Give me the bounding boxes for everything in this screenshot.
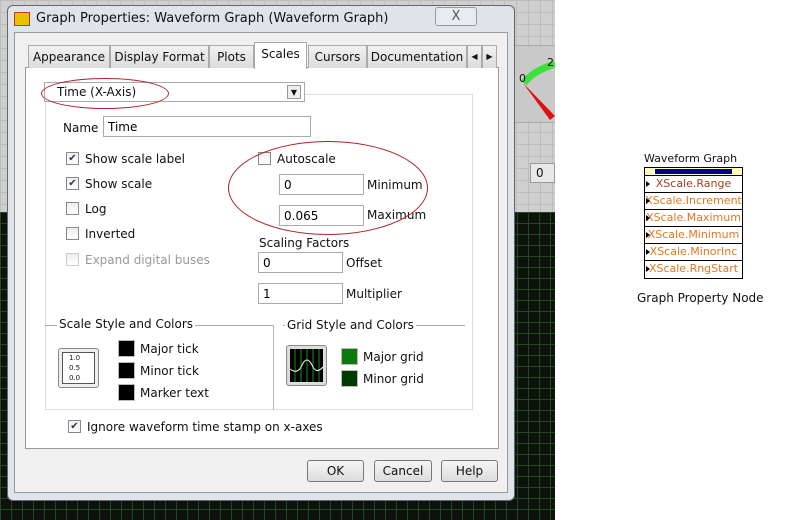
inverted-label: Inverted [85, 227, 136, 241]
tab-appearance[interactable]: Appearance [28, 45, 110, 68]
tab-documentation[interactable]: Documentation [367, 45, 467, 68]
scale-tick-label: 0.0 [69, 374, 81, 382]
minor-grid-label: Minor grid [363, 372, 424, 386]
annotation-oval [41, 78, 169, 109]
multiplier-input[interactable] [258, 283, 343, 304]
property-xscale-minorinc[interactable]: XScale.MinorInc [645, 244, 742, 261]
inverted-checkbox[interactable] [66, 227, 79, 240]
scale-tick-label: 1.0 [69, 354, 81, 362]
property-node-title: Waveform Graph [644, 152, 738, 165]
offset-label: Offset [346, 256, 383, 270]
grid-waveform-icon [289, 349, 324, 382]
tab-scroll-left-icon[interactable]: ◀ [467, 45, 482, 68]
help-button[interactable]: Help [441, 460, 498, 482]
log-label: Log [85, 202, 107, 216]
close-button[interactable]: X [435, 7, 477, 26]
property-xscale-rngstart[interactable]: XScale.RngStart [645, 261, 742, 278]
multiplier-label: Multiplier [346, 287, 402, 301]
show-scale-label-checkbox[interactable]: ✔ [66, 152, 79, 165]
terminal-arrow-icon [646, 198, 650, 204]
grid-style-button[interactable] [286, 345, 327, 386]
tab-cursors[interactable]: Cursors [308, 45, 367, 68]
property-node-header [645, 168, 742, 176]
name-label: Name [63, 121, 99, 135]
dialog-title: Graph Properties: Waveform Graph (Wavefo… [36, 11, 389, 26]
property-xscale-increment[interactable]: XScale.Increment [645, 193, 742, 210]
labview-icon [14, 12, 30, 26]
property-label: XScale.Range [655, 177, 732, 190]
divider [273, 325, 274, 410]
terminal-arrow-icon [646, 266, 650, 272]
property-node-bar [655, 169, 732, 174]
scaling-factors-title: Scaling Factors [259, 236, 350, 250]
property-node[interactable]: XScale.Range XScale.Increment XScale.Max… [644, 167, 743, 279]
tab-scroll-right-icon[interactable]: ▶ [482, 45, 497, 68]
terminal-arrow-icon [646, 232, 650, 238]
minor-tick-label: Minor tick [140, 364, 199, 378]
name-input[interactable] [103, 116, 311, 137]
property-label: XScale.Increment [645, 194, 742, 207]
tab-scales[interactable]: Scales [254, 42, 307, 69]
marker-text-color[interactable] [118, 384, 135, 401]
show-scale-checkbox[interactable]: ✔ [66, 177, 79, 190]
expand-digital-buses-label: Expand digital buses [85, 253, 210, 267]
major-grid-color[interactable] [341, 348, 358, 365]
major-grid-label: Major grid [363, 350, 424, 364]
expand-digital-buses-checkbox[interactable] [66, 253, 79, 266]
property-label: XScale.Maximum [646, 211, 741, 224]
numeric-indicator: 0 [530, 163, 555, 183]
major-tick-label: Major tick [140, 342, 199, 356]
minor-grid-color[interactable] [341, 370, 358, 387]
marker-text-label: Marker text [140, 386, 209, 400]
property-label: XScale.RngStart [648, 262, 739, 275]
grid-style-title: Grid Style and Colors [285, 318, 416, 332]
major-tick-color[interactable] [118, 340, 135, 357]
terminal-arrow-icon [646, 215, 650, 221]
show-scale-label-label: Show scale label [85, 152, 185, 166]
offset-input[interactable] [258, 252, 343, 273]
scale-tick-label: 0.5 [69, 364, 81, 372]
gauge: 0 2 [515, 45, 555, 123]
ok-button[interactable]: OK [307, 460, 364, 482]
annotation-oval [228, 141, 428, 235]
log-checkbox[interactable] [66, 202, 79, 215]
terminal-arrow-icon [646, 181, 650, 187]
property-xscale-range[interactable]: XScale.Range [645, 176, 742, 193]
minor-tick-color[interactable] [118, 362, 135, 379]
property-xscale-maximum[interactable]: XScale.Maximum [645, 210, 742, 227]
property-label: XScale.MinorInc [649, 245, 738, 258]
chevron-down-icon[interactable]: ▼ [287, 85, 301, 99]
gauge-label-2: 2 [547, 56, 554, 69]
ignore-timestamp-checkbox[interactable]: ✔ [68, 420, 81, 433]
property-xscale-minimum[interactable]: XScale.Minimum [645, 227, 742, 244]
cancel-button[interactable]: Cancel [374, 460, 432, 482]
tab-display-format[interactable]: Display Format [110, 45, 209, 68]
scale-style-button[interactable]: 1.0 0.5 0.0 [58, 348, 99, 388]
terminal-arrow-icon [646, 249, 650, 255]
scale-style-title: Scale Style and Colors [57, 317, 196, 331]
property-label: XScale.Minimum [647, 228, 740, 241]
tab-plots[interactable]: Plots [209, 45, 254, 68]
property-node-caption: Graph Property Node [637, 291, 764, 305]
gauge-label-0: 0 [519, 72, 526, 85]
show-scale-label: Show scale [85, 177, 153, 191]
ignore-timestamp-label: Ignore waveform time stamp on x-axes [87, 420, 323, 434]
